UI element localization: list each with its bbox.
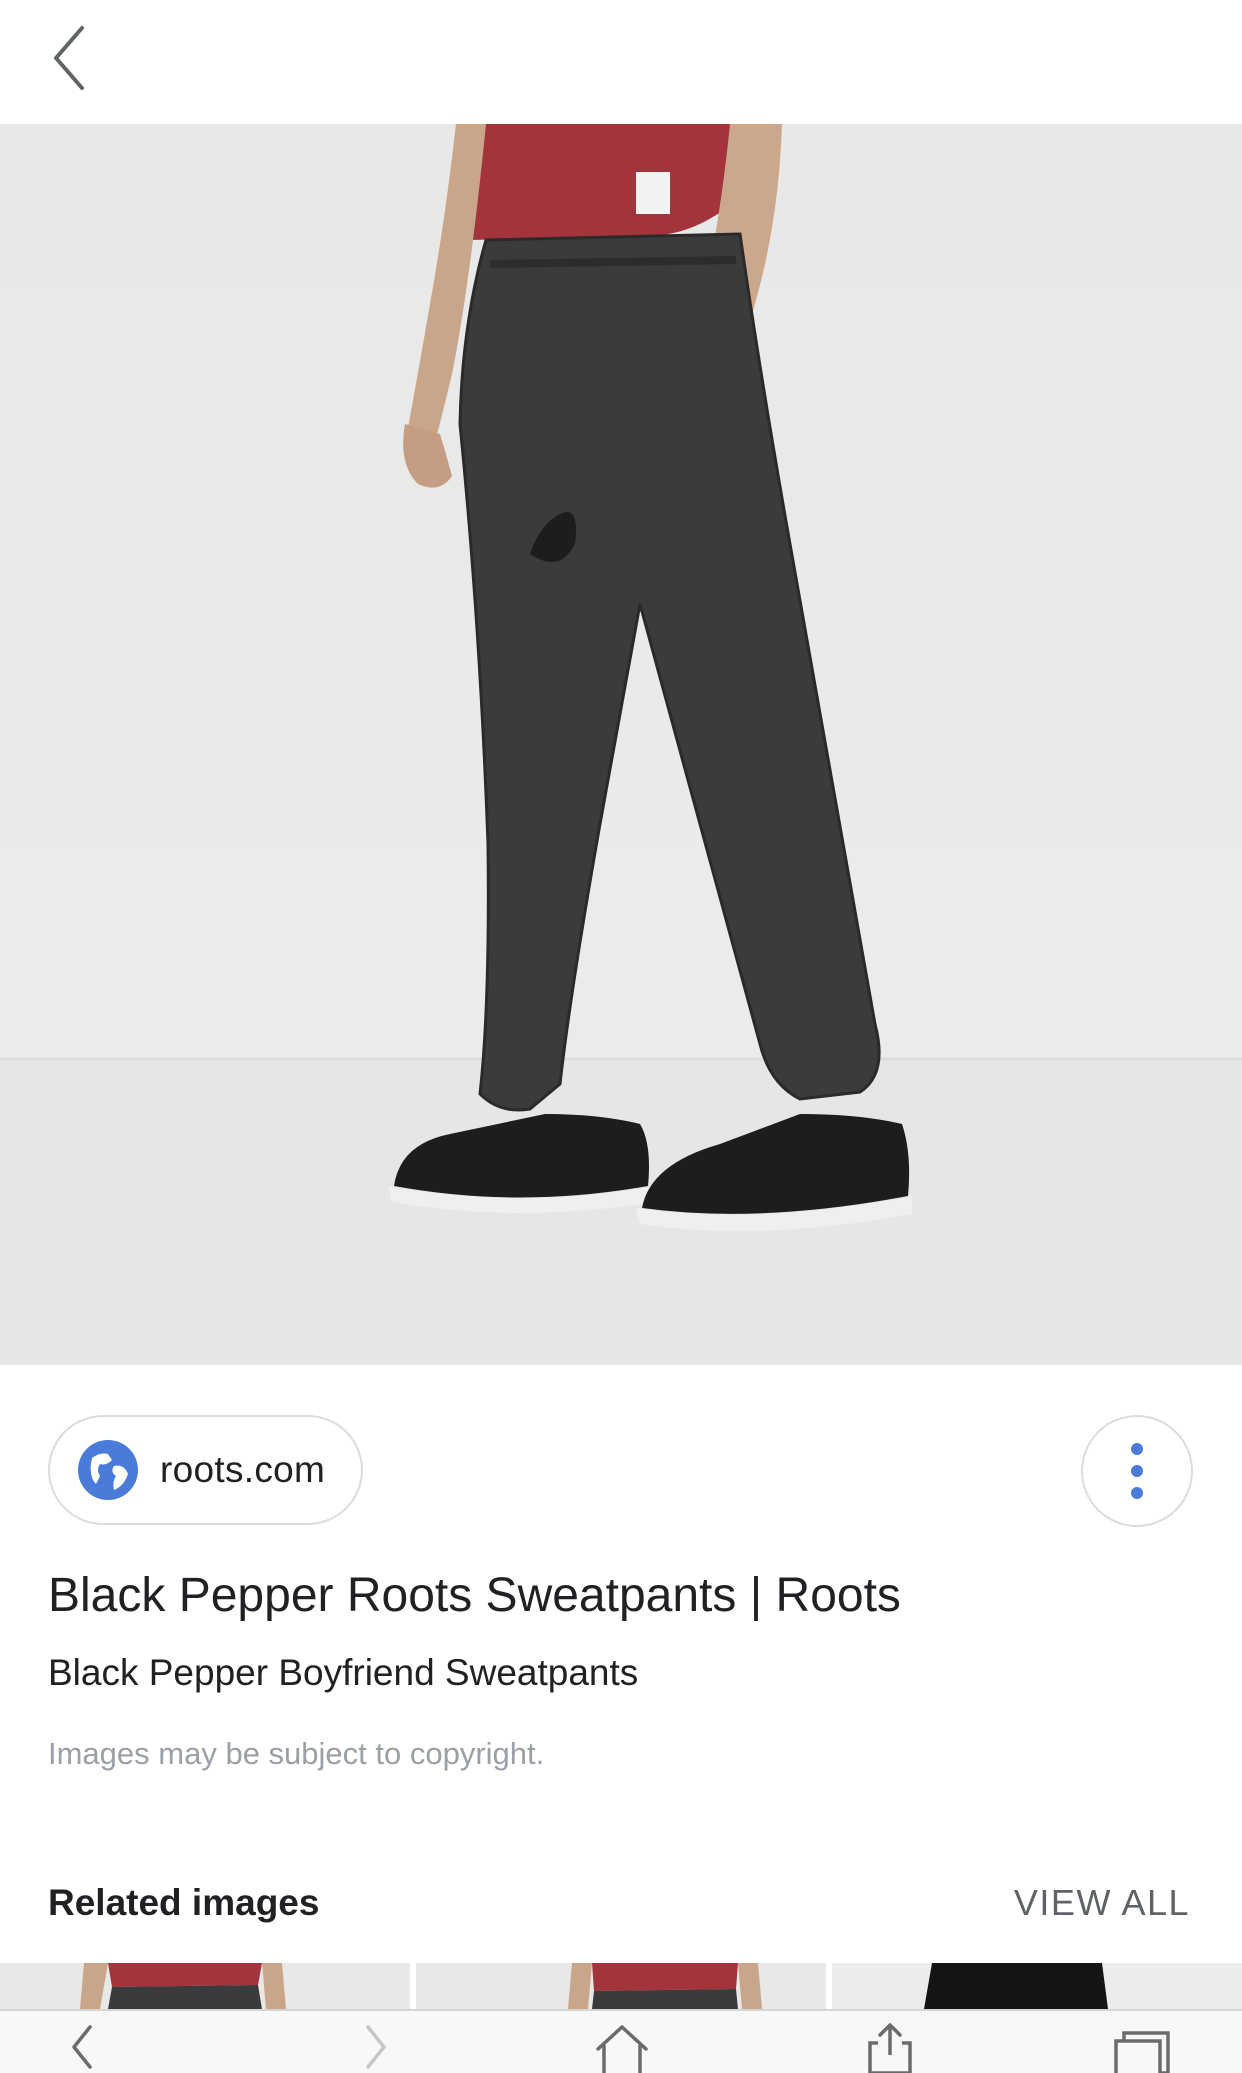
result-subtitle: Black Pepper Boyfriend Sweatpants (48, 1652, 639, 1693)
related-image-thumbnail[interactable] (0, 1963, 410, 2009)
related-images-heading: Related images (48, 1882, 320, 1923)
result-title[interactable]: Black Pepper Roots Sweatpants | Roots (48, 1568, 901, 1623)
related-image-thumbnail[interactable] (416, 1963, 826, 2009)
more-vertical-icon (1131, 1443, 1143, 1499)
related-image-thumbnail[interactable] (832, 1963, 1242, 2009)
home-icon[interactable] (594, 2011, 650, 2073)
forward-arrow-icon[interactable] (356, 2011, 396, 2073)
back-chevron-icon (54, 26, 84, 90)
more-options-button[interactable] (1081, 1415, 1193, 1527)
back-arrow-icon[interactable] (62, 2011, 102, 2073)
back-button[interactable] (44, 22, 100, 94)
source-chip[interactable]: roots.com (48, 1415, 363, 1525)
tabs-icon[interactable] (1110, 2011, 1174, 2073)
product-image[interactable] (0, 124, 1242, 1365)
top-bar (0, 0, 1242, 124)
view-all-button[interactable]: VIEW ALL (1014, 1882, 1190, 1924)
source-domain-label: roots.com (160, 1449, 326, 1490)
browser-toolbar (0, 2009, 1242, 2073)
globe-icon (78, 1440, 138, 1500)
related-images-strip (0, 1963, 1242, 2009)
copyright-notice: Images may be subject to copyright. (48, 1736, 545, 1771)
share-icon[interactable] (864, 2011, 916, 2073)
